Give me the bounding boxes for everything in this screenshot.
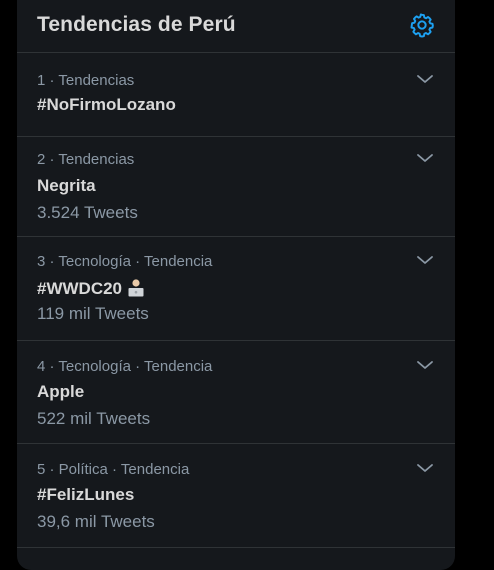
- trend-meta: 3 · Tecnología · Tendencia: [37, 253, 213, 270]
- trend-name: #FelizLunes: [37, 485, 135, 504]
- trend-item[interactable]: 5 · Política · Tendencia #FelizLunes 39,…: [17, 444, 455, 548]
- gear-icon[interactable]: [409, 12, 435, 38]
- chevron-down-icon[interactable]: [416, 358, 434, 370]
- trend-name: Apple: [37, 382, 85, 401]
- trends-header: Tendencias de Perú: [17, 0, 455, 53]
- trend-meta: 4 · Tecnología · Tendencia: [37, 358, 213, 375]
- trend-tweet-count: 522 mil Tweets: [37, 409, 151, 428]
- trend-name: #WWDC20: [37, 277, 146, 299]
- trend-name-text: #WWDC20: [37, 279, 123, 298]
- trends-title: Tendencias de Perú: [37, 13, 236, 36]
- trend-item[interactable]: 4 · Tecnología · Tendencia Apple 522 mil…: [17, 341, 455, 444]
- trends-panel: Tendencias de Perú 1 · Tendencias #NoFir…: [17, 0, 455, 570]
- trend-item[interactable]: 3 · Tecnología · Tendencia #WWDC20 119 m…: [17, 237, 455, 341]
- trend-meta: 2 · Tendencias: [37, 151, 135, 168]
- trend-tweet-count: 39,6 mil Tweets: [37, 512, 155, 531]
- chevron-down-icon[interactable]: [416, 461, 434, 473]
- trend-item[interactable]: 1 · Tendencias #NoFirmoLozano: [17, 53, 455, 137]
- trend-tweet-count: 3.524 Tweets: [37, 203, 138, 222]
- trend-item[interactable]: 2 · Tendencias Negrita 3.524 Tweets: [17, 137, 455, 237]
- trend-meta: 5 · Política · Tendencia: [37, 461, 190, 478]
- chevron-down-icon[interactable]: [416, 151, 434, 163]
- chevron-down-icon[interactable]: [416, 72, 434, 84]
- trend-name: Negrita: [37, 176, 96, 195]
- trend-meta: 1 · Tendencias: [37, 72, 135, 89]
- trend-name: #NoFirmoLozano: [37, 95, 176, 114]
- trend-tweet-count: 119 mil Tweets: [37, 304, 149, 323]
- chevron-down-icon[interactable]: [416, 253, 434, 265]
- laptop-emoji-icon: [126, 277, 146, 297]
